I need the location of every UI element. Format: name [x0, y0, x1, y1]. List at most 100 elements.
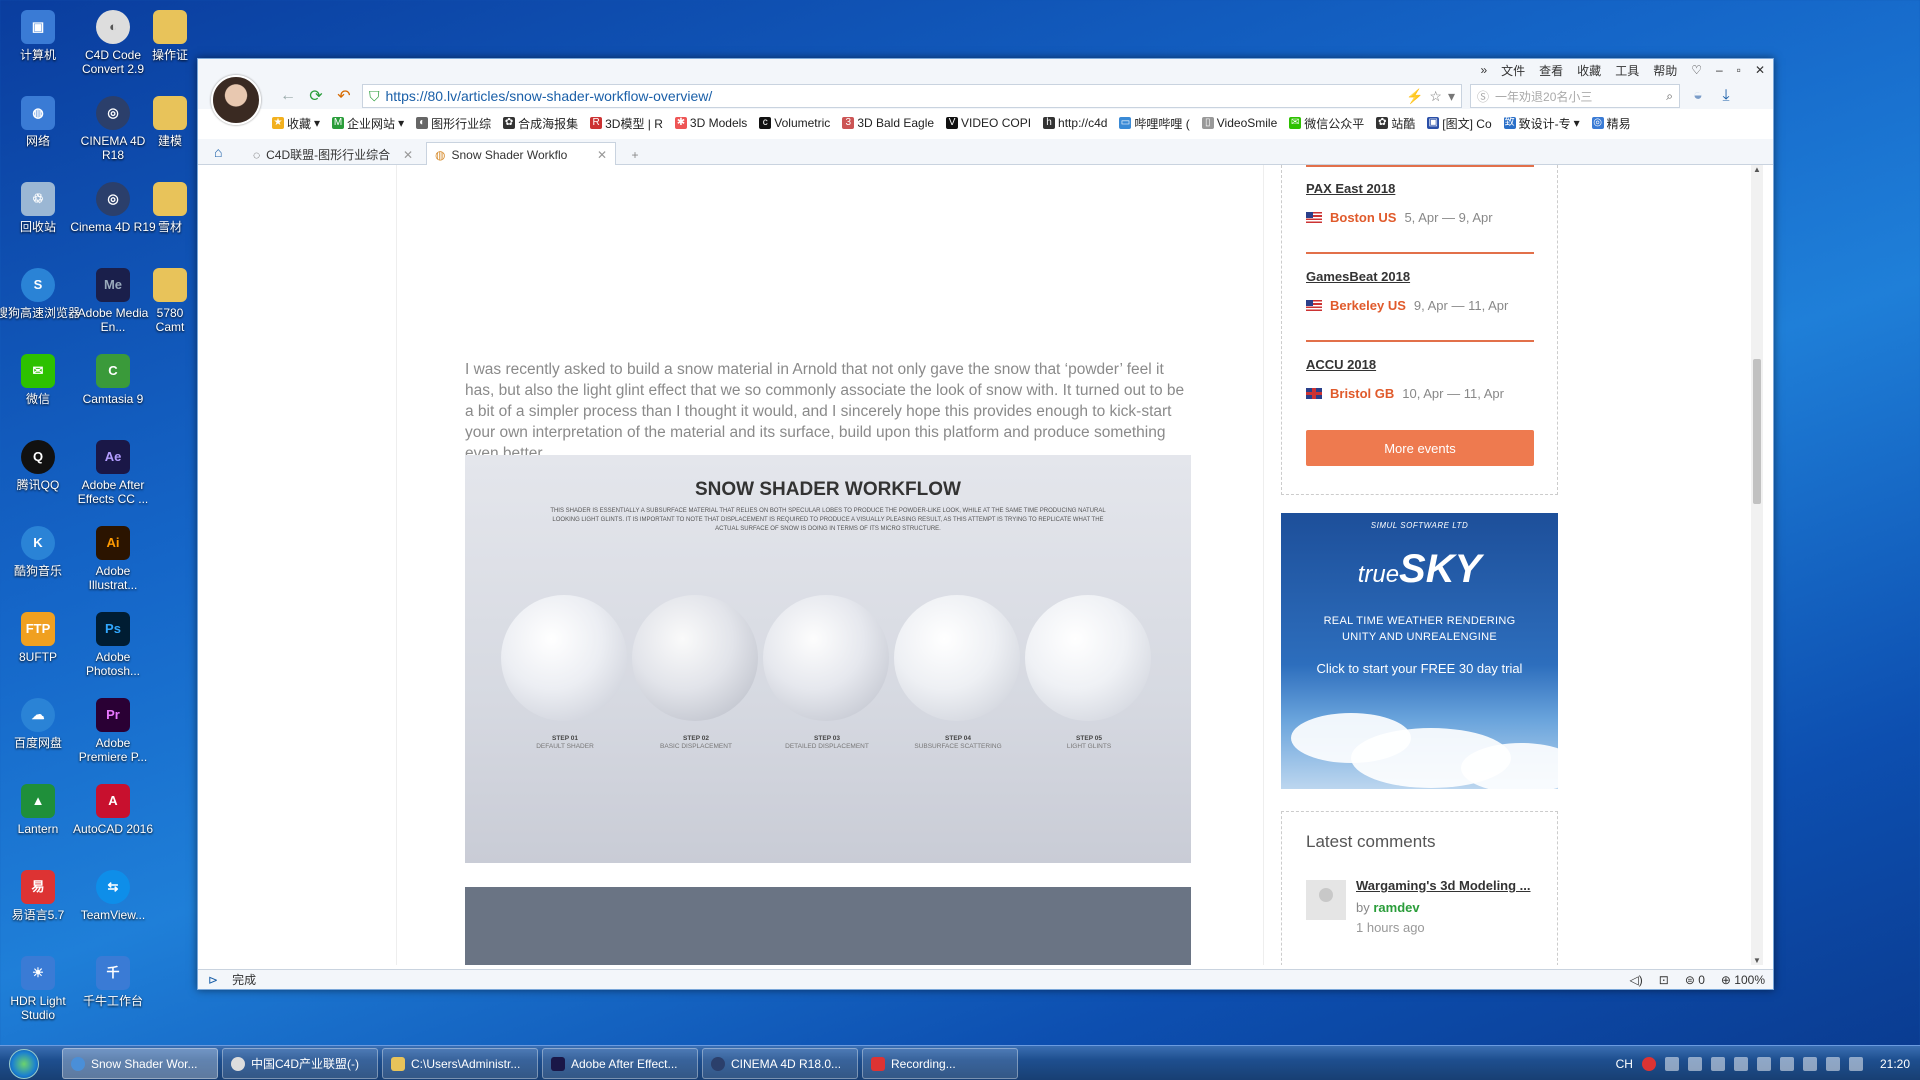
bookmark-16[interactable]: ◎ 精易: [1591, 115, 1631, 132]
menu-view[interactable]: 查看: [1539, 62, 1563, 79]
maximize-button[interactable]: ▫: [1737, 63, 1741, 77]
back-button[interactable]: ←: [278, 86, 298, 106]
skin-icon[interactable]: ♡: [1691, 63, 1702, 77]
search-icon[interactable]: ⌕: [1666, 89, 1673, 104]
menu-help[interactable]: 帮助: [1653, 62, 1677, 79]
desktop-icon-recycle-bin[interactable]: ♲ 回收站: [0, 178, 81, 264]
undo-button[interactable]: ↶: [334, 86, 354, 106]
volume-icon[interactable]: ◁): [1630, 973, 1643, 987]
taskbar-item-c4d-union[interactable]: 中国C4D产业联盟(-): [222, 1048, 378, 1079]
truesky-ad[interactable]: SIMUL SOFTWARE LTD trueSKY REAL TIME WEA…: [1281, 513, 1558, 789]
taskbar-item-browser[interactable]: Snow Shader Wor...: [62, 1048, 218, 1079]
menu-tools[interactable]: 工具: [1615, 62, 1639, 79]
menu-favorites[interactable]: 收藏: [1577, 62, 1601, 79]
bookmark-9[interactable]: h http://c4d: [1043, 116, 1107, 130]
taskbar-item-recording[interactable]: Recording...: [862, 1048, 1018, 1079]
qq-tray-icon[interactable]: [1733, 1056, 1748, 1071]
star-icon[interactable]: ☆: [1429, 88, 1442, 105]
dropdown-icon[interactable]: ▾: [1448, 88, 1455, 105]
bookmark-4[interactable]: R 3D模型 | R: [590, 115, 663, 132]
extensions-icon[interactable]: ◒: [1688, 86, 1708, 106]
new-tab-button[interactable]: +: [620, 142, 650, 166]
desktop-icon-baidu-netdisk[interactable]: ☁ 百度网盘: [0, 694, 81, 780]
desktop-icon-qianniu[interactable]: 千千牛工作台: [70, 952, 156, 1038]
desktop-icon-eyuyan[interactable]: 易易语言5.7: [0, 866, 81, 952]
tab-c4d-union[interactable]: ◌ C4D联盟-图形行业综合 ✕: [244, 142, 422, 166]
desktop-icon-8uftp[interactable]: FTP 8UFTP: [0, 608, 81, 694]
zoom-level[interactable]: ⊕ 100%: [1721, 973, 1765, 987]
shield-icon[interactable]: [1756, 1056, 1771, 1071]
comment-author[interactable]: ramdev: [1373, 900, 1419, 915]
desktop-icon-kugou[interactable]: K 酷狗音乐: [0, 522, 81, 608]
scroll-thumb[interactable]: [1753, 359, 1761, 504]
language-indicator[interactable]: CH: [1616, 1057, 1633, 1071]
tab-close-icon[interactable]: ✕: [597, 148, 607, 162]
desktop-icon-snow-materials[interactable]: 雪材: [145, 178, 195, 264]
desktop-icon-camtasia[interactable]: C Camtasia 9: [70, 350, 156, 436]
desktop-icon-5780[interactable]: 5780 Camt: [145, 264, 195, 350]
tray-icon[interactable]: [1802, 1056, 1817, 1071]
event-name-link[interactable]: PAX East 2018: [1306, 181, 1534, 196]
more-chevron-icon[interactable]: »: [1480, 63, 1487, 77]
bookmark-7[interactable]: 3 3D Bald Eagle: [842, 116, 934, 130]
avatar[interactable]: [211, 75, 261, 125]
taskbar-item-explorer[interactable]: C:\Users\Administr...: [382, 1048, 538, 1079]
event-name-link[interactable]: ACCU 2018: [1306, 357, 1534, 372]
comment-title-link[interactable]: Wargaming's 3d Modeling ...: [1356, 878, 1531, 893]
desktop-icon-illustrator[interactable]: Ai Adobe Illustrat...: [70, 522, 156, 608]
desktop-icon-certificate[interactable]: 操作证: [145, 6, 195, 92]
tray-icon[interactable]: [1710, 1056, 1725, 1071]
event-name-link[interactable]: GamesBeat 2018: [1306, 269, 1534, 284]
address-bar[interactable]: ⛉ https://80.lv/articles/snow-shader-wor…: [362, 84, 1462, 108]
bookmark-favorites[interactable]: ★ 收藏 ▾: [272, 115, 320, 132]
desktop-icon-autocad[interactable]: A AutoCAD 2016: [70, 780, 156, 866]
desktop-icon-media-encoder[interactable]: Me Adobe Media En...: [70, 264, 156, 350]
tray-icon[interactable]: [1779, 1056, 1794, 1071]
desktop-icon-modeling[interactable]: 建模: [145, 92, 195, 178]
desktop-icon-premiere[interactable]: Pr Adobe Premiere P...: [70, 694, 156, 780]
tray-icon[interactable]: [1687, 1056, 1702, 1071]
desktop-icon-computer[interactable]: ▣ 计算机: [0, 6, 81, 92]
network-icon[interactable]: [1825, 1056, 1840, 1071]
scroll-up-icon[interactable]: ▲: [1753, 165, 1761, 174]
desktop-icon-sogou-browser[interactable]: S 搜狗高速浏览器: [0, 264, 81, 350]
volume-icon[interactable]: [1848, 1056, 1863, 1071]
bookmark-13[interactable]: ✿ 站酷: [1376, 115, 1415, 132]
sidebar-toggle-icon[interactable]: ⊳: [208, 973, 218, 987]
search-box[interactable]: Ⓢ 一年劝退20名小三 ⌕: [1470, 84, 1680, 108]
vertical-scrollbar[interactable]: ▲ ▼: [1751, 165, 1763, 965]
clock[interactable]: 21:20: [1880, 1057, 1910, 1071]
bookmark-6[interactable]: c Volumetric: [759, 116, 830, 130]
sogou-input-icon[interactable]: [1641, 1056, 1656, 1071]
bookmark-8[interactable]: V VIDEO COPI: [946, 116, 1031, 130]
bookmark-12[interactable]: ✉ 微信公众平: [1289, 115, 1364, 132]
url-text[interactable]: https://80.lv/articles/snow-shader-workf…: [386, 88, 713, 104]
desktop-icon-cinema4d-r18[interactable]: ◎ CINEMA 4D R18: [70, 92, 156, 178]
lightning-icon[interactable]: ⚡: [1406, 88, 1423, 105]
tab-snow-shader[interactable]: ◍ Snow Shader Workflo ✕: [426, 142, 616, 166]
desktop-icon-photoshop[interactable]: Ps Adobe Photosh...: [70, 608, 156, 694]
bookmark-14[interactable]: ▣ [图文] Co: [1427, 115, 1492, 132]
tray-icon[interactable]: [1664, 1056, 1679, 1071]
desktop-icon-after-effects[interactable]: Ae Adobe After Effects CC ...: [70, 436, 156, 522]
taskbar-item-cinema4d[interactable]: CINEMA 4D R18.0...: [702, 1048, 858, 1079]
bookmark-3[interactable]: ✿ 合成海报集: [503, 115, 578, 132]
bookmark-5[interactable]: ✱ 3D Models: [674, 116, 747, 130]
taskbar-item-after-effects[interactable]: Adobe After Effect...: [542, 1048, 698, 1079]
desktop-icon-cinema4d-r19[interactable]: ◎ Cinema 4D R19: [70, 178, 156, 264]
desktop-icon-c4d-code[interactable]: ◐ C4D Code Convert 2.9: [70, 6, 156, 92]
desktop-icon-qq[interactable]: Q 腾讯QQ: [0, 436, 81, 522]
menu-file[interactable]: 文件: [1501, 62, 1525, 79]
refresh-button[interactable]: ⟳: [306, 86, 326, 106]
download-icon[interactable]: ⤓: [1716, 86, 1736, 106]
desktop-icon-lantern[interactable]: ▲ Lantern: [0, 780, 81, 866]
minimize-button[interactable]: –: [1716, 63, 1723, 77]
start-button[interactable]: [2, 1046, 46, 1080]
screenshot-icon[interactable]: ⊡: [1659, 973, 1669, 987]
downloads-indicator[interactable]: ⊜ 0: [1685, 973, 1705, 987]
desktop-icon-wechat[interactable]: ✉ 微信: [0, 350, 81, 436]
bookmark-11[interactable]: ▯ VideoSmile: [1201, 116, 1277, 130]
scroll-down-icon[interactable]: ▼: [1753, 956, 1761, 965]
desktop-icon-teamviewer[interactable]: ⇆ TeamView...: [70, 866, 156, 952]
close-button[interactable]: ✕: [1755, 63, 1765, 77]
